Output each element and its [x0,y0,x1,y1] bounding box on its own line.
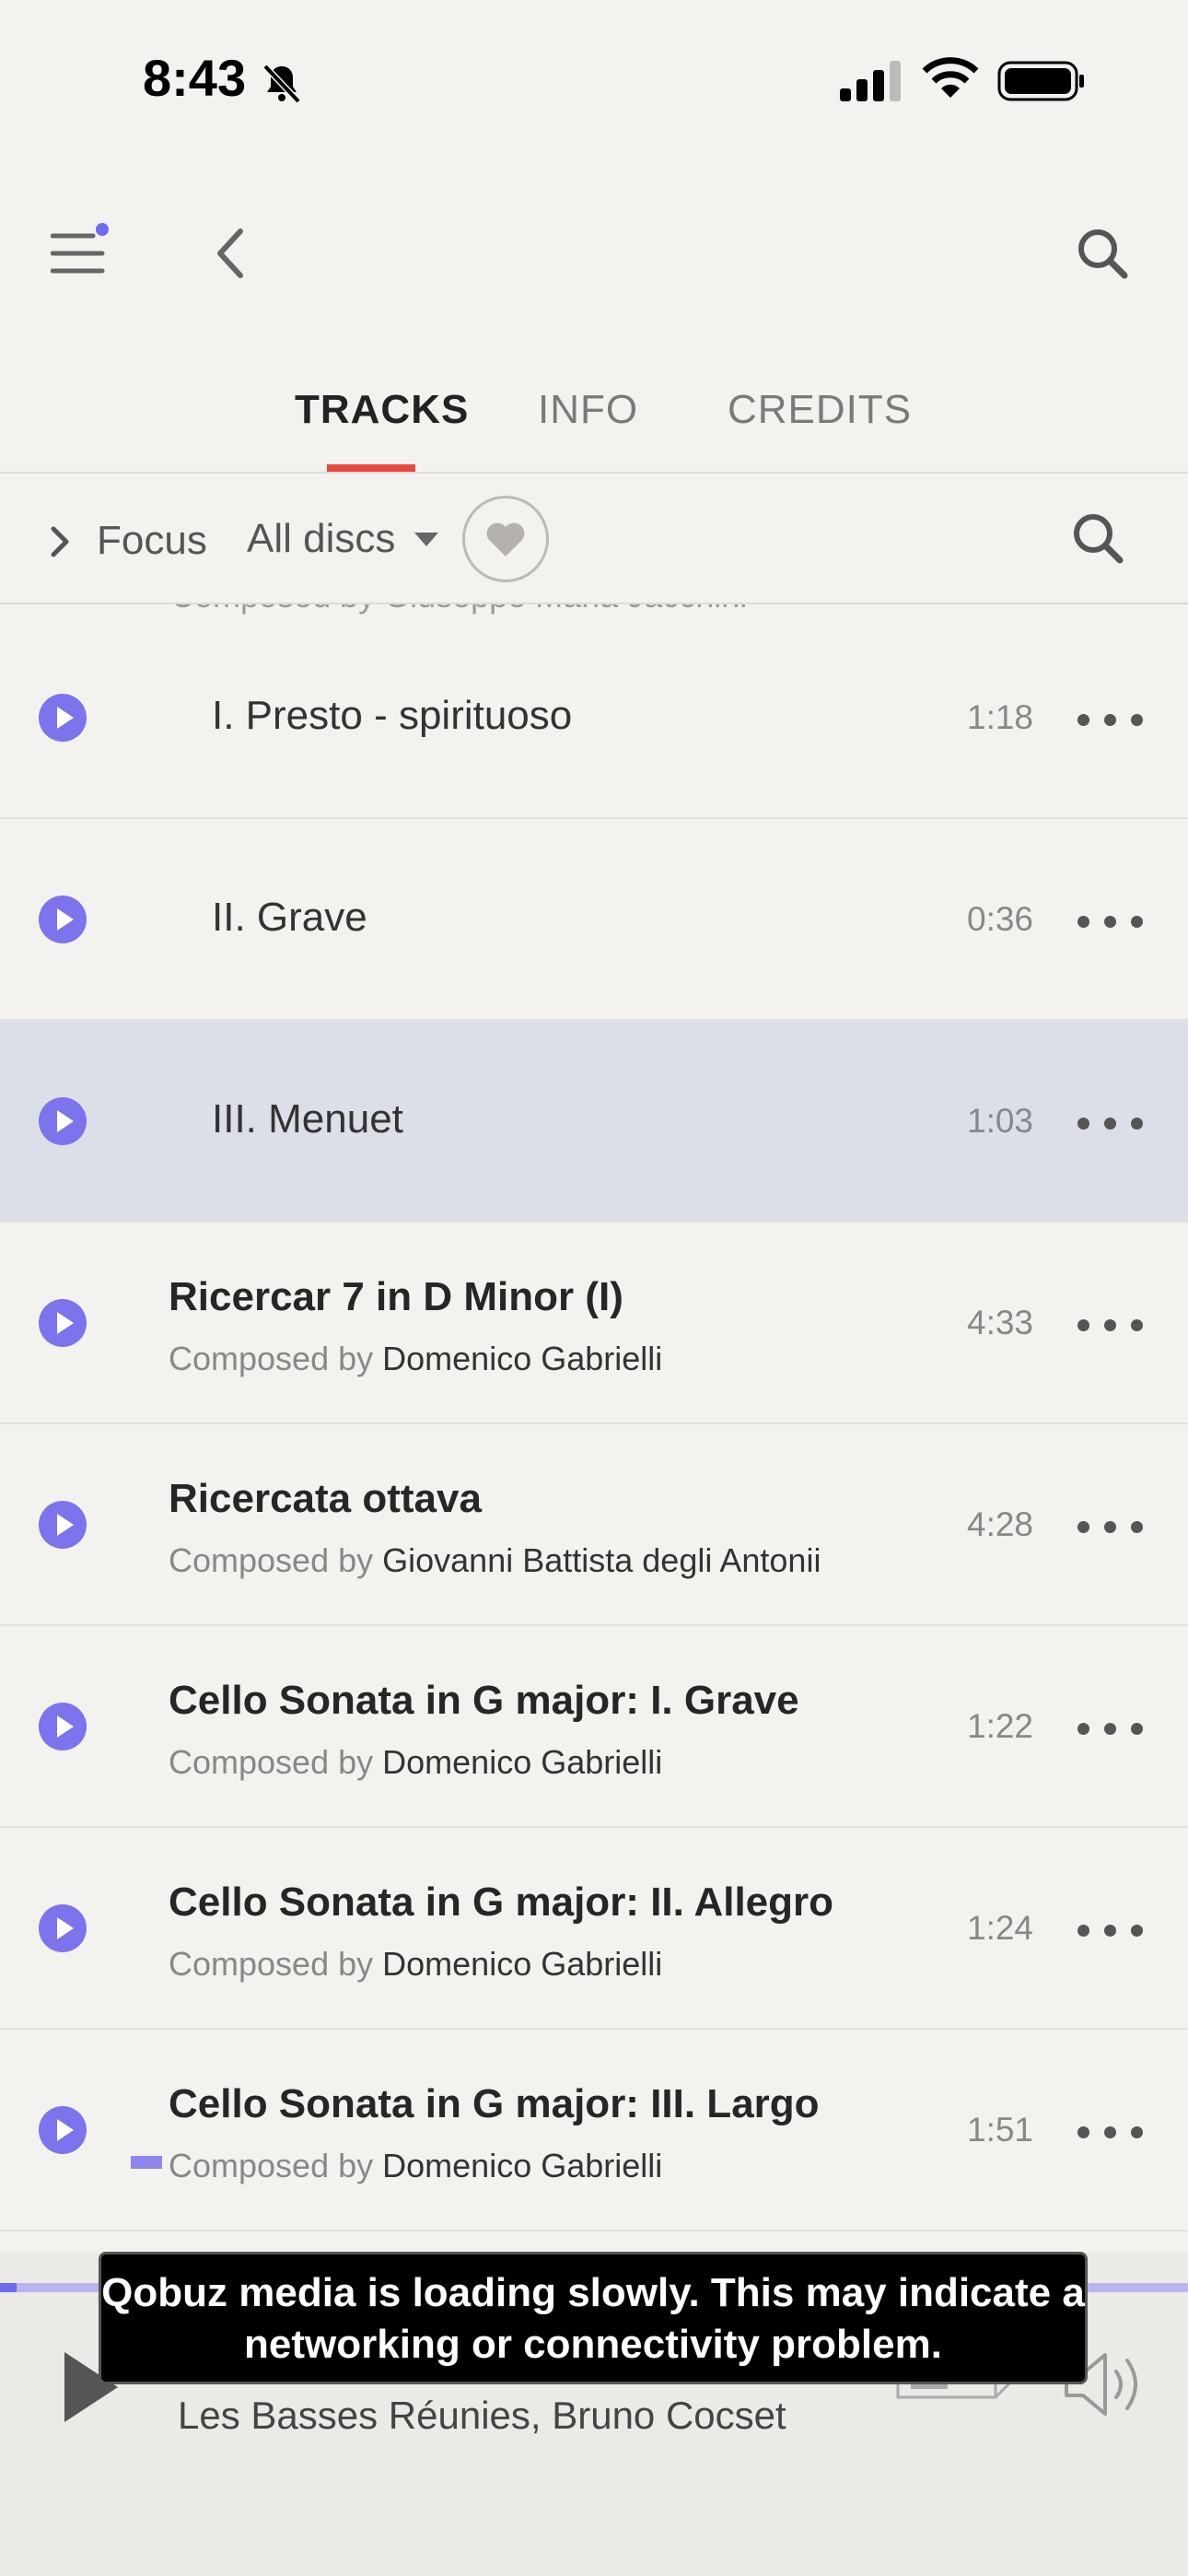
track-duration: 1:51 [967,2111,1034,2149]
track-row[interactable]: Cello Sonata in G major: I. Grave Compos… [0,1626,1188,1828]
more-dots-icon[interactable] [1077,1118,1144,1130]
notification-dot [96,223,109,236]
status-time: 8:43 [143,49,247,107]
player-artist: Les Basses Réunies, Bruno Cocset [178,2394,786,2437]
caret-down-icon [414,533,438,546]
tab-credits[interactable]: CREDITS [728,387,912,433]
play-icon[interactable] [39,1703,87,1751]
favorite-button[interactable] [462,496,549,582]
composer-name[interactable]: Domenico Gabrielli [382,1743,662,1781]
composer-prefix: Composed by [169,2147,374,2184]
tab-bar: TRACKS INFO CREDITS [0,369,1188,472]
bell-slash-icon [260,61,304,105]
status-bar: 8:43 [0,0,1188,157]
tab-info[interactable]: INFO [538,387,638,433]
track-composer: Composed by Domenico Gabrielli [169,1340,662,1378]
all-discs-dropdown[interactable]: All discs [247,516,395,562]
play-icon[interactable] [39,1097,87,1145]
track-row-playing[interactable]: III. Menuet 1:03 [0,1021,1188,1223]
track-title: Cello Sonata in G major: III. Largo [169,2081,820,2126]
play-icon[interactable] [39,1501,87,1549]
track-row[interactable]: Ricercar 7 in D Minor (I) Composed by Do… [0,1223,1188,1424]
track-duration: 1:03 [967,1102,1034,1140]
track-composer: Composed by Domenico Gabrielli [169,1945,662,1984]
play-icon[interactable] [39,1299,87,1347]
more-dots-icon[interactable] [1077,1521,1144,1534]
track-row[interactable]: Ricercata ottava Composed by Giovanni Ba… [0,1424,1188,1626]
tab-tracks[interactable]: TRACKS [295,387,469,433]
play-icon[interactable] [39,2106,87,2154]
composer-name[interactable]: Domenico Gabrielli [382,1945,662,1983]
composer-name[interactable]: Giovanni Battista degli Antonii [382,1541,821,1579]
track-composer: Composed by Domenico Gabrielli [169,2147,662,2185]
track-duration: 4:28 [967,1505,1034,1543]
track-title: Ricercata ottava [169,1476,482,1521]
play-icon[interactable] [39,694,87,742]
battery-icon [997,61,1086,101]
track-row[interactable]: Cello Sonata in G major: III. Largo Comp… [0,2030,1188,2231]
composer-prefix: Composed by [169,1541,374,1579]
hamburger-menu-icon [51,233,105,274]
track-title: III. Menuet [212,1096,403,1142]
track-title: Cello Sonata in G major: I. Grave [169,1678,799,1723]
heart-icon [486,522,525,556]
back-button[interactable] [181,203,282,304]
more-dots-icon[interactable] [1077,2126,1144,2139]
track-list: Composed by Giuseppe Maria Jacchini I. P… [0,604,1188,2249]
signal-icon [840,61,904,101]
more-dots-icon[interactable] [1077,1925,1144,1938]
composer-prefix: Composed by [169,1945,374,1983]
track-row[interactable]: II. Grave 0:36 [0,819,1188,1021]
back-chevron-icon [217,228,243,278]
active-tab-indicator [327,464,415,472]
composer-line-clipped: Composed by Giuseppe Maria Jacchini [170,604,747,615]
filter-bar: Focus All discs [0,474,1188,603]
more-dots-icon[interactable] [1077,714,1144,727]
chevron-right-icon[interactable] [46,523,74,560]
track-duration: 1:18 [967,698,1034,736]
menu-button[interactable] [28,203,129,304]
track-duration: 1:24 [967,1909,1034,1947]
track-duration: 4:33 [967,1304,1034,1341]
track-title: II. Grave [212,895,367,940]
connectivity-toast: Qobuz media is loading slowly. This may … [99,2252,1088,2384]
more-dots-icon[interactable] [1077,916,1144,929]
track-title: Ricercar 7 in D Minor (I) [169,1274,623,1319]
track-title: Cello Sonata in G major: II. Allegro [169,1879,834,1925]
track-duration: 1:22 [967,1707,1034,1745]
track-composer: Composed by Domenico Gabrielli [169,1743,662,1782]
focus-button[interactable]: Focus [97,518,207,564]
track-row[interactable]: I. Presto - spirituoso 1:18 [0,617,1188,819]
top-navigation [0,203,1188,304]
composer-prefix: Composed by [169,1743,374,1781]
more-dots-icon[interactable] [1077,1723,1144,1736]
progress-fill [0,2283,17,2292]
more-dots-icon[interactable] [1077,1319,1144,1332]
search-button[interactable] [1052,203,1153,304]
track-row[interactable]: Cello Sonata in G major: II. Allegro Com… [0,1828,1188,2030]
play-icon[interactable] [39,896,87,943]
wifi-icon [921,57,980,101]
composer-prefix: Composed by [169,1340,374,1377]
composer-name[interactable]: Domenico Gabrielli [382,1340,662,1377]
search-icon [1078,229,1128,279]
track-duration: 0:36 [967,900,1034,938]
track-composer: Composed by Giovanni Battista degli Anto… [169,1541,821,1580]
drag-handle[interactable] [131,2156,162,2169]
play-icon[interactable] [39,1904,87,1952]
search-icon [1074,514,1124,564]
composer-name[interactable]: Domenico Gabrielli [382,2147,662,2184]
track-title: I. Presto - spirituoso [212,693,573,738]
filter-search-button[interactable] [1070,510,1125,566]
